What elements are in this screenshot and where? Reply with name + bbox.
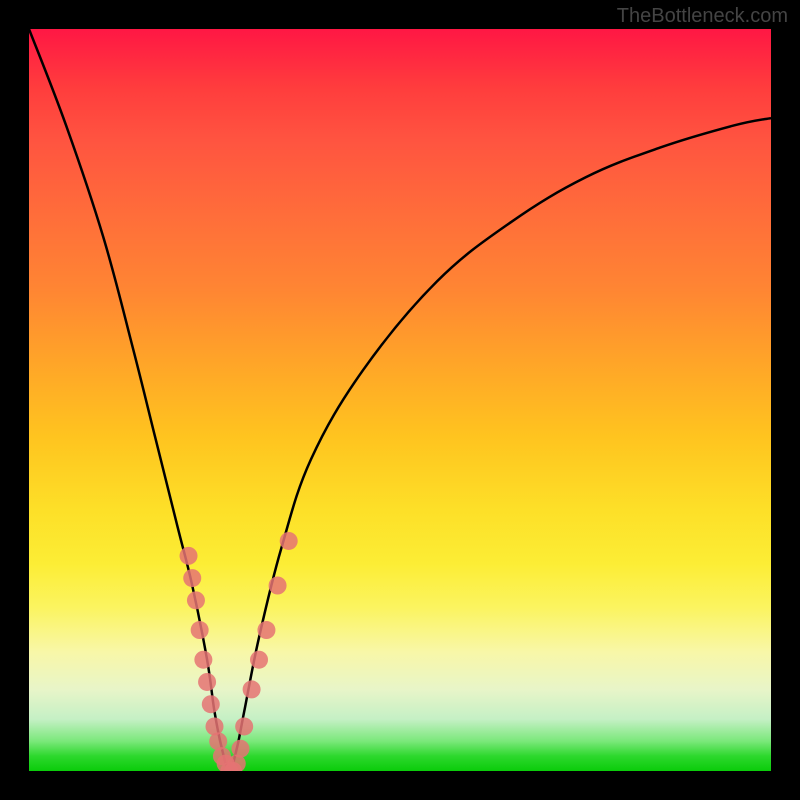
data-point: [198, 673, 216, 691]
bottleneck-curve-path: [29, 29, 771, 771]
data-point: [183, 569, 201, 587]
data-point: [191, 621, 209, 639]
data-point: [202, 695, 220, 713]
data-point: [187, 591, 205, 609]
data-point: [243, 680, 261, 698]
data-point: [180, 547, 198, 565]
data-point: [280, 532, 298, 550]
chart-svg: [29, 29, 771, 771]
data-point: [269, 577, 287, 595]
data-point: [231, 740, 249, 758]
chart-curves: [29, 29, 771, 771]
data-point: [250, 651, 268, 669]
chart-plot-area: [29, 29, 771, 771]
watermark-text: TheBottleneck.com: [617, 5, 788, 28]
data-point: [257, 621, 275, 639]
data-point: [194, 651, 212, 669]
data-point: [235, 717, 253, 735]
